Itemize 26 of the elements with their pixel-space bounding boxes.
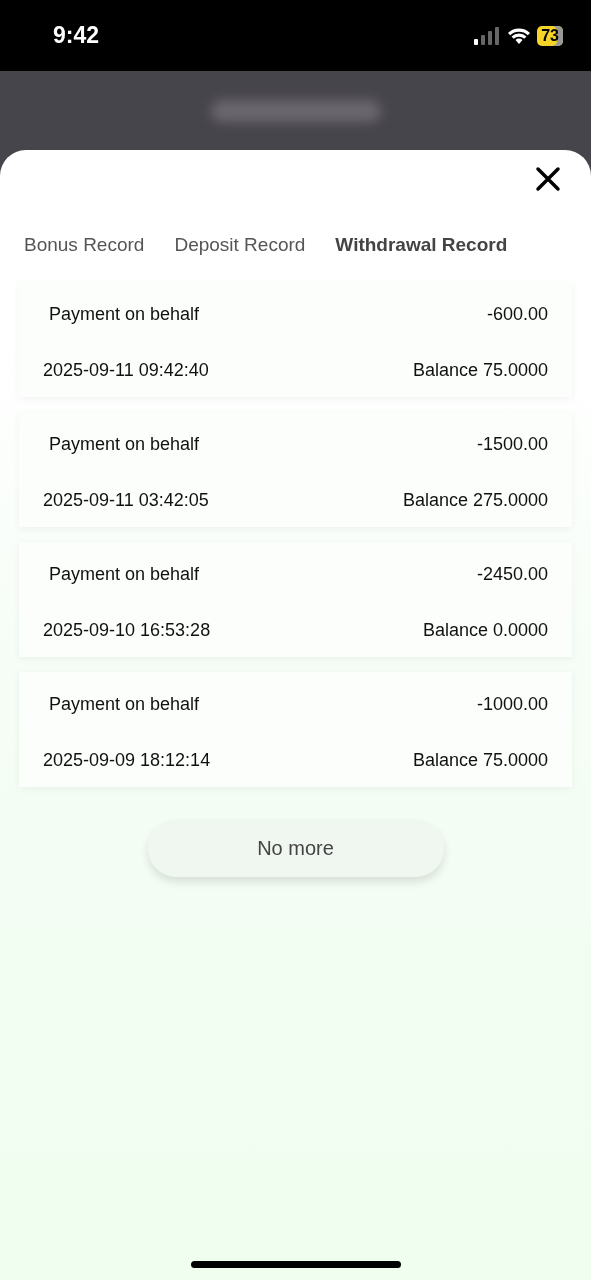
- record-amount: -1000.00: [476, 694, 548, 715]
- record-balance: Balance 275.0000: [402, 490, 548, 511]
- no-more-button[interactable]: No more: [147, 820, 444, 877]
- record-balance: Balance 75.0000: [412, 750, 548, 771]
- tab[interactable]: Withdrawal Record: [335, 232, 508, 258]
- wifi-icon: [508, 27, 531, 44]
- status-time: 9:42: [53, 22, 100, 49]
- record-type: Payment on behalf: [48, 434, 200, 455]
- close-icon: [535, 166, 561, 192]
- record-time: 2025-09-09 18:12:14: [43, 750, 211, 771]
- record-type: Payment on behalf: [48, 304, 200, 325]
- tab[interactable]: Bonus Record: [24, 232, 145, 258]
- record-type: Payment on behalf: [48, 564, 200, 585]
- record-time: 2025-09-11 09:42:40: [43, 360, 209, 381]
- close-button[interactable]: [535, 166, 561, 192]
- record-balance: Balance 75.0000: [412, 360, 548, 381]
- record-type: Payment on behalf: [48, 694, 200, 715]
- record-time: 2025-09-11 03:42:05: [43, 490, 209, 511]
- record-amount: -600.00: [486, 304, 548, 325]
- record-time: 2025-09-10 16:53:28: [43, 620, 211, 641]
- record-amount: -2450.00: [476, 564, 548, 585]
- record-balance: Balance 0.0000: [422, 620, 548, 641]
- tab[interactable]: Deposit Record: [174, 232, 306, 258]
- signal-icon: [473, 26, 502, 45]
- record-amount: -1500.00: [476, 434, 548, 455]
- battery-level: 73: [537, 25, 563, 46]
